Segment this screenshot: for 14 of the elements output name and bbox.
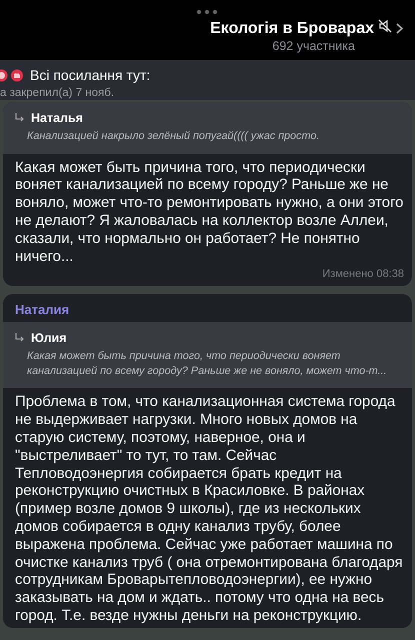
sender-name[interactable]: Наталия — [3, 294, 412, 322]
chat-title[interactable]: Екологія в Броварах — [210, 20, 374, 38]
message-text: Проблема в том, что канализационная система города не выдерживает нагрузки. Много новых домов на старую систему, поэтому, наверное, она и "выстреливает" то тут, то там. Сейчас Тепловодоэнергия собирается брать кредит на реконструкцию очистных в Красиловке. В районах (пример возле домов 9 школы), где из нескольких домов собирается в одну канализ трубу, более выражена проблема. Сейчас уже работает машина по очистке канализ труб ( она отремонтирована благодаря сотрудникам Броварытепловодоэнергии), ее нужно заказывать на дом и ждать.. потому что одна на весь город. Т.е. везде нужны деньги на реконструкцию. — [14, 393, 404, 626]
reply-text: Какая может быть причина того, что периодически воняет канализацией по всему городу? Раньше же не воняло, может что-т... — [26, 349, 388, 378]
reply-author: Юлия — [31, 331, 66, 346]
message-text: Какая может быть причина того, что периодически воняет канализацией по всему городу? Раньше же не воняло, может что-то ремонтировать нужно, а они этого не делают? Я жаловалась на коллектор возле Аллеи, сказали, что нормально он работает? Не понятно ничего... — [14, 158, 404, 267]
reply-text: Канализацией накрыло зелёный попугай(((( ужас просто. — [26, 129, 320, 144]
reply-author: Наталья — [31, 111, 83, 125]
reply-quote[interactable]: Наталья Канализацией накрыло зелёный попугай(((( ужас просто. — [3, 102, 412, 154]
member-count: 692 участника — [272, 39, 355, 53]
pinned-subtitle: а закрепил(а) 7 нояб. — [0, 87, 114, 99]
reply-quote[interactable]: Юлия Какая может быть причина того, что периодически воняет канализацией по всему городу? Раньше же не воняло, может что-т... — [3, 322, 412, 388]
pinned-title[interactable]: Всі посилання тут: — [30, 67, 150, 83]
message-status: Изменено 08:38 — [321, 268, 405, 282]
